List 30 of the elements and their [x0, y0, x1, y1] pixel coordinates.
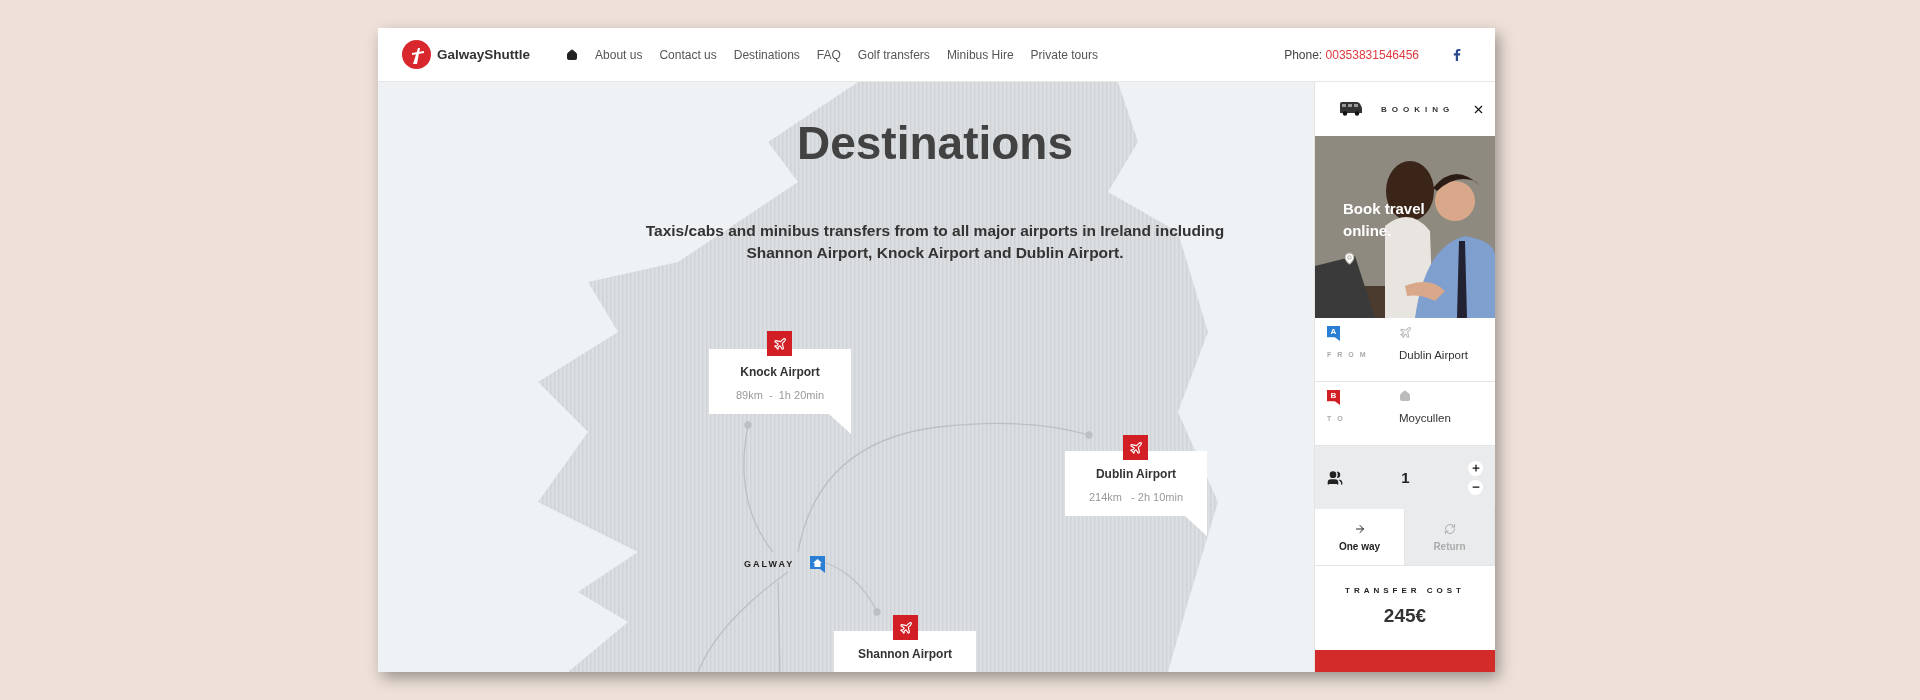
origin-label: GALWAY	[744, 559, 795, 569]
marker-flag: B	[1327, 390, 1340, 405]
destination-name: Dublin Airport	[1095, 467, 1177, 481]
destination-card[interactable]: Dublin Airport 214km - 2h 10min	[1065, 451, 1207, 516]
phone-link[interactable]: 00353831546456	[1325, 47, 1419, 62]
field-value: Moycullen	[1399, 412, 1452, 424]
destination-name: Knock Airport	[740, 365, 820, 379]
nav-link[interactable]: FAQ	[816, 47, 841, 62]
nav-link[interactable]: Minibus Hire	[946, 47, 1014, 62]
destination-card[interactable]: Shannon Airport	[834, 631, 976, 672]
nav-link[interactable]: About us	[595, 47, 643, 62]
destination-name: Shannon Airport	[857, 647, 953, 661]
field-value: Dublin Airport	[1399, 349, 1470, 361]
destination-route: 89km - 1h 20min	[735, 389, 824, 401]
passenger-field[interactable]: 1	[1315, 446, 1495, 509]
destination-card[interactable]: Knock Airport 89km - 1h 20min	[709, 349, 851, 414]
passenger-count: 1	[1400, 469, 1411, 486]
booking-title: BOOKING	[1381, 104, 1455, 114]
destination-route: 214km - 2h 10min	[1088, 491, 1184, 503]
nav-link[interactable]: Private tours	[1030, 47, 1098, 62]
cost-label: TRANSFER COST	[1345, 586, 1465, 595]
page-title: Destinations	[796, 116, 1073, 170]
page-subtitle: Taxis/cabs and minibus transfers from to all major airports in Ireland including Shannon Airport, Knock Airport and Dublin Airport.	[644, 221, 1226, 263]
logo-text: GalwayShuttle	[437, 47, 531, 62]
phone-label: Phone: 00353831546456	[1284, 47, 1419, 62]
nav-link[interactable]: Golf transfers	[857, 47, 930, 62]
marker-flag: A	[1327, 326, 1340, 341]
nav-link[interactable]: Destinations	[733, 47, 800, 62]
nav-link[interactable]: Contact us	[659, 47, 717, 62]
cost-value: 245€	[1383, 605, 1427, 627]
